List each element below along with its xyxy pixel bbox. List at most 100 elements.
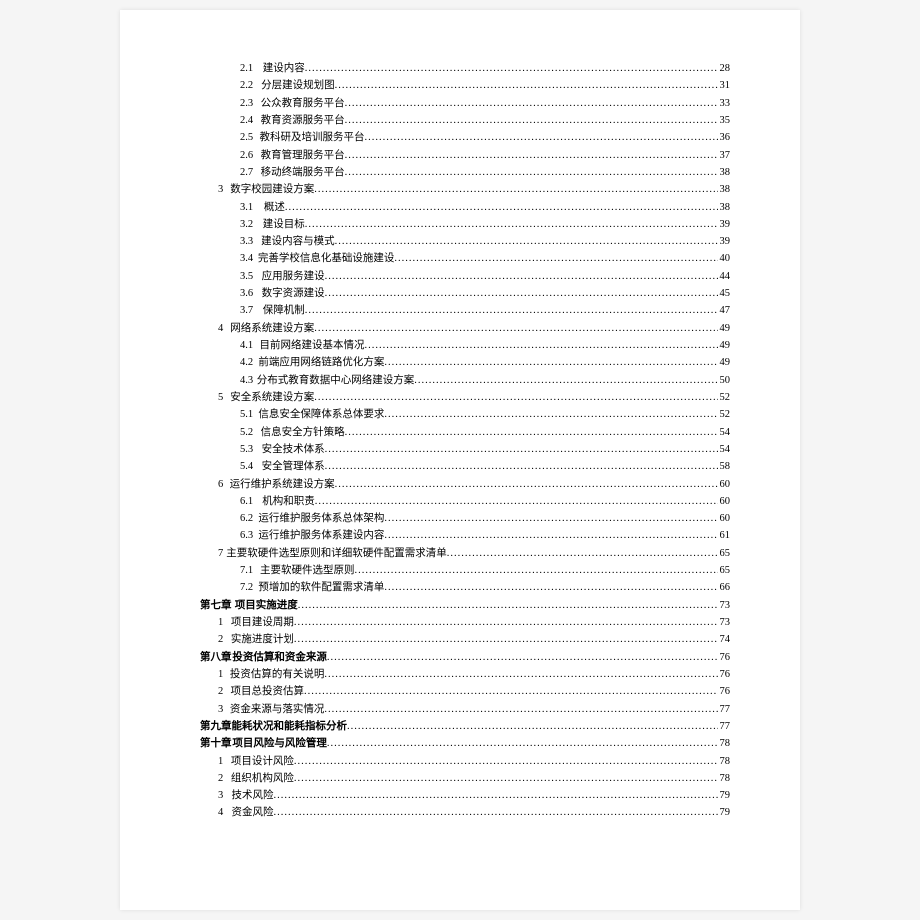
toc-page-number: 77 [718, 718, 731, 735]
toc-title: 资金来源与落实情况 [230, 701, 325, 718]
toc-entry: 第八章投资估算和资金来源76 [200, 649, 730, 666]
toc-leader [335, 233, 718, 250]
toc-page-number: 78 [718, 753, 731, 770]
toc-entry: 7.2预增加的软件配置需求清单66 [200, 579, 730, 596]
toc-leader [305, 302, 718, 319]
toc-leader [327, 649, 718, 666]
toc-number: 1 [200, 753, 231, 770]
toc-number: 2.5 [200, 129, 259, 146]
toc-page-number: 78 [718, 770, 731, 787]
toc-number: 2.2 [200, 77, 261, 94]
toc-title: 实施进度计划 [231, 631, 294, 648]
toc-title: 教科研及培训服务平台 [259, 129, 364, 146]
toc-leader [327, 735, 718, 752]
toc-number: 3.2 [200, 216, 263, 233]
toc-entry: 5.2信息安全方针策略54 [200, 424, 730, 441]
toc-title: 概述 [264, 199, 285, 216]
toc-entry: 4.1目前网络建设基本情况49 [200, 337, 730, 354]
toc-entry: 3资金来源与落实情况77 [200, 701, 730, 718]
toc-entry: 2.5教科研及培训服务平台36 [200, 129, 730, 146]
toc-title: 信息安全方针策略 [261, 424, 345, 441]
toc-page-number: 45 [718, 285, 731, 302]
toc-page-number: 35 [718, 112, 731, 129]
toc-entry: 1项目建设周期73 [200, 614, 730, 631]
toc-entry: 4资金风险79 [200, 804, 730, 821]
toc-page-number: 66 [718, 579, 731, 596]
toc-number: 1 [200, 666, 230, 683]
toc-title: 安全技术体系 [262, 441, 325, 458]
toc-page-number: 74 [718, 631, 731, 648]
toc-number: 5.4 [200, 458, 262, 475]
toc-leader [304, 683, 717, 700]
toc-page-number: 49 [718, 320, 731, 337]
toc-page-number: 54 [718, 424, 731, 441]
toc-number: 2.1 [200, 60, 263, 77]
toc-page-number: 52 [718, 406, 731, 423]
toc-leader [345, 424, 718, 441]
toc-entry: 3.4完善学校信息化基础设施建设40 [200, 250, 730, 267]
toc-leader [345, 112, 718, 129]
toc-number: 3.4 [200, 250, 258, 267]
toc-entry: 2.3公众教育服务平台33 [200, 95, 730, 112]
toc-number: 第七章 [200, 597, 235, 614]
toc-number: 2.7 [200, 164, 261, 181]
toc-entry: 3.1概述 38 [200, 199, 730, 216]
toc-leader [345, 164, 718, 181]
toc-leader [294, 614, 718, 631]
toc-page-number: 76 [718, 683, 731, 700]
toc-leader [315, 493, 718, 510]
toc-title: 资金风险 [231, 804, 273, 821]
toc-title: 安全管理体系 [262, 458, 325, 475]
toc-leader [345, 95, 718, 112]
toc-number: 2.4 [200, 112, 261, 129]
toc-number: 5.3 [200, 441, 262, 458]
toc-number: 3 [200, 701, 230, 718]
toc-page-number: 38 [718, 199, 731, 216]
toc-leader [355, 562, 718, 579]
toc-leader [345, 147, 718, 164]
toc-leader [314, 320, 717, 337]
toc-page-number: 73 [718, 597, 731, 614]
toc-page-number: 39 [718, 233, 731, 250]
toc-title: 教育资源服务平台 [261, 112, 345, 129]
toc-leader [325, 285, 718, 302]
toc-entry: 3.3建设内容与模式39 [200, 233, 730, 250]
toc-entry: 4.3分布式教育数据中心网络建设方案50 [200, 372, 730, 389]
toc-title: 运行维护系统建设方案 [230, 476, 335, 493]
toc-number: 2.6 [200, 147, 261, 164]
toc-number: 6 [200, 476, 230, 493]
toc-page-number: 76 [718, 649, 731, 666]
toc-leader [384, 510, 717, 527]
toc-number: 2.3 [200, 95, 261, 112]
toc-page-number: 65 [718, 562, 731, 579]
toc-title: 分布式教育数据中心网络建设方案 [257, 372, 415, 389]
toc-page-number: 78 [718, 735, 731, 752]
toc-leader [347, 718, 718, 735]
toc-page-number: 40 [718, 250, 731, 267]
toc-page-number: 38 [718, 164, 731, 181]
toc-entry: 6.3运行维护服务体系建设内容61 [200, 527, 730, 544]
toc-leader [324, 666, 717, 683]
toc-title: 移动终端服务平台 [261, 164, 345, 181]
toc-title: 技术风险 [231, 787, 273, 804]
toc-entry: 4.2前端应用网络链路优化方案49 [200, 354, 730, 371]
toc-page-number: 49 [718, 354, 731, 371]
toc-number: 3.1 [200, 199, 264, 216]
toc-title: 数字资源建设 [262, 285, 325, 302]
toc-page-number: 47 [718, 302, 731, 319]
toc-title: 前端应用网络链路优化方案 [258, 354, 384, 371]
toc-number: 5 [200, 389, 230, 406]
toc-number: 6.3 [200, 527, 258, 544]
toc-page-number: 52 [718, 389, 731, 406]
toc-entry: 2项目总投资估算76 [200, 683, 730, 700]
toc-number: 4 [200, 804, 231, 821]
toc-title: 机构和职责 [262, 493, 315, 510]
toc-title: 保障机制 [263, 302, 305, 319]
toc-entry: 7主要软硬件选型原则和详细软硬件配置需求清单65 [200, 545, 730, 562]
toc-leader [364, 337, 717, 354]
toc-number: 第八章 [200, 649, 232, 666]
toc-number: 3.5 [200, 268, 262, 285]
toc-leader [384, 579, 717, 596]
toc-leader [335, 77, 718, 94]
toc-entry: 第七章项目实施进度73 [200, 597, 730, 614]
